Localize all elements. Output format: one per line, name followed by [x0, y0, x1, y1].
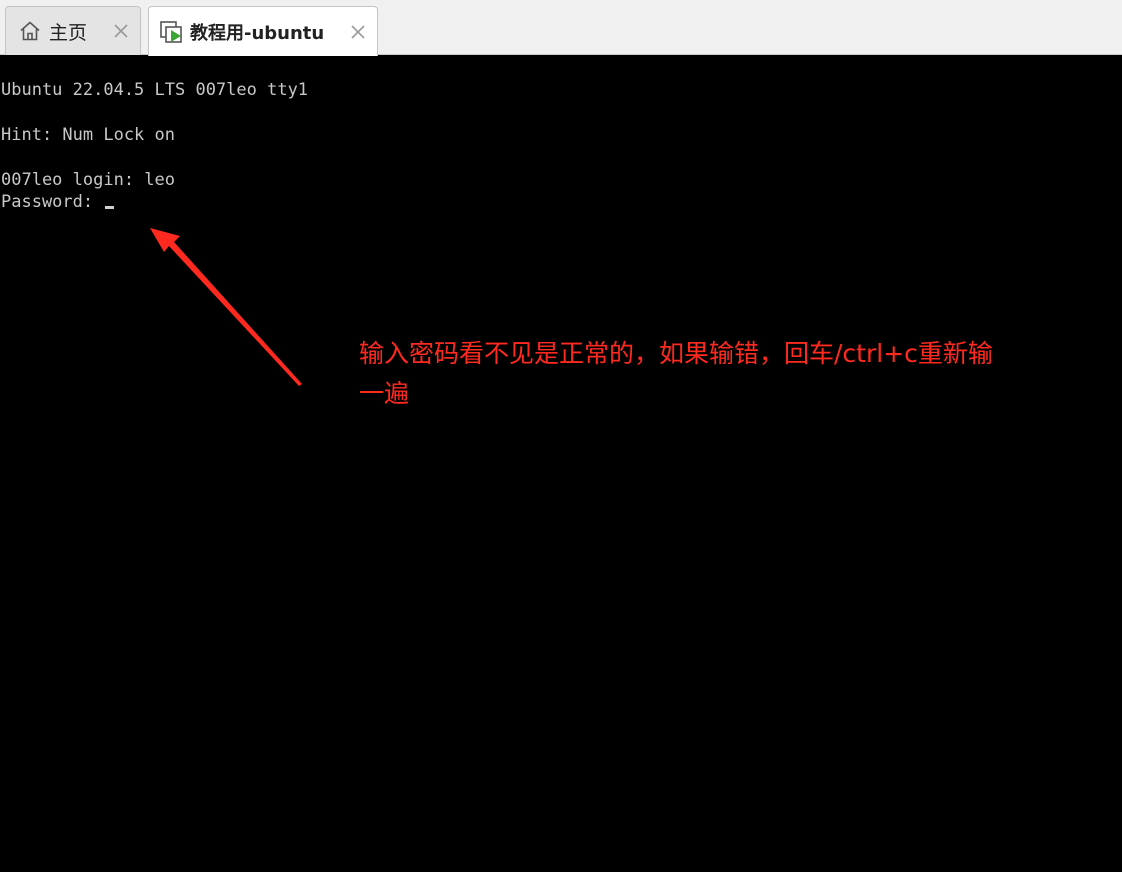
tab-vm[interactable]: 教程用-ubuntu [148, 6, 378, 56]
console-line-password: Password: [1, 191, 115, 213]
tab-vm-label: 教程用-ubuntu [190, 22, 325, 44]
tab-home-label: 主页 [49, 21, 88, 44]
tab-home[interactable]: 主页 [5, 6, 141, 55]
console-line-login: 007leo login: leo [1, 170, 175, 190]
close-icon[interactable] [112, 22, 130, 40]
tab-bar: 主页 教程用-ubuntu [0, 0, 1122, 56]
vm-running-icon [159, 20, 183, 44]
vm-console[interactable]: Ubuntu 22.04.5 LTS 007leo tty1 Hint: Num… [0, 56, 1122, 872]
home-icon [18, 19, 42, 43]
vm-window: 主页 教程用-ubuntu Ubuntu 22.04.5 LTS 007leo … [0, 0, 1122, 872]
annotation-text: 输入密码看不见是正常的，如果输错，回车/ctrl+c重新输 一遍 [359, 334, 1109, 414]
close-icon[interactable] [349, 23, 367, 41]
annotation-line-1: 输入密码看不见是正常的，如果输错，回车/ctrl+c重新输 [359, 339, 993, 368]
password-prompt: Password: [1, 192, 104, 212]
console-line-hint: Hint: Num Lock on [1, 125, 175, 145]
console-line-banner: Ubuntu 22.04.5 LTS 007leo tty1 [1, 80, 309, 100]
annotation-line-2: 一遍 [359, 379, 410, 408]
text-cursor [105, 206, 115, 209]
